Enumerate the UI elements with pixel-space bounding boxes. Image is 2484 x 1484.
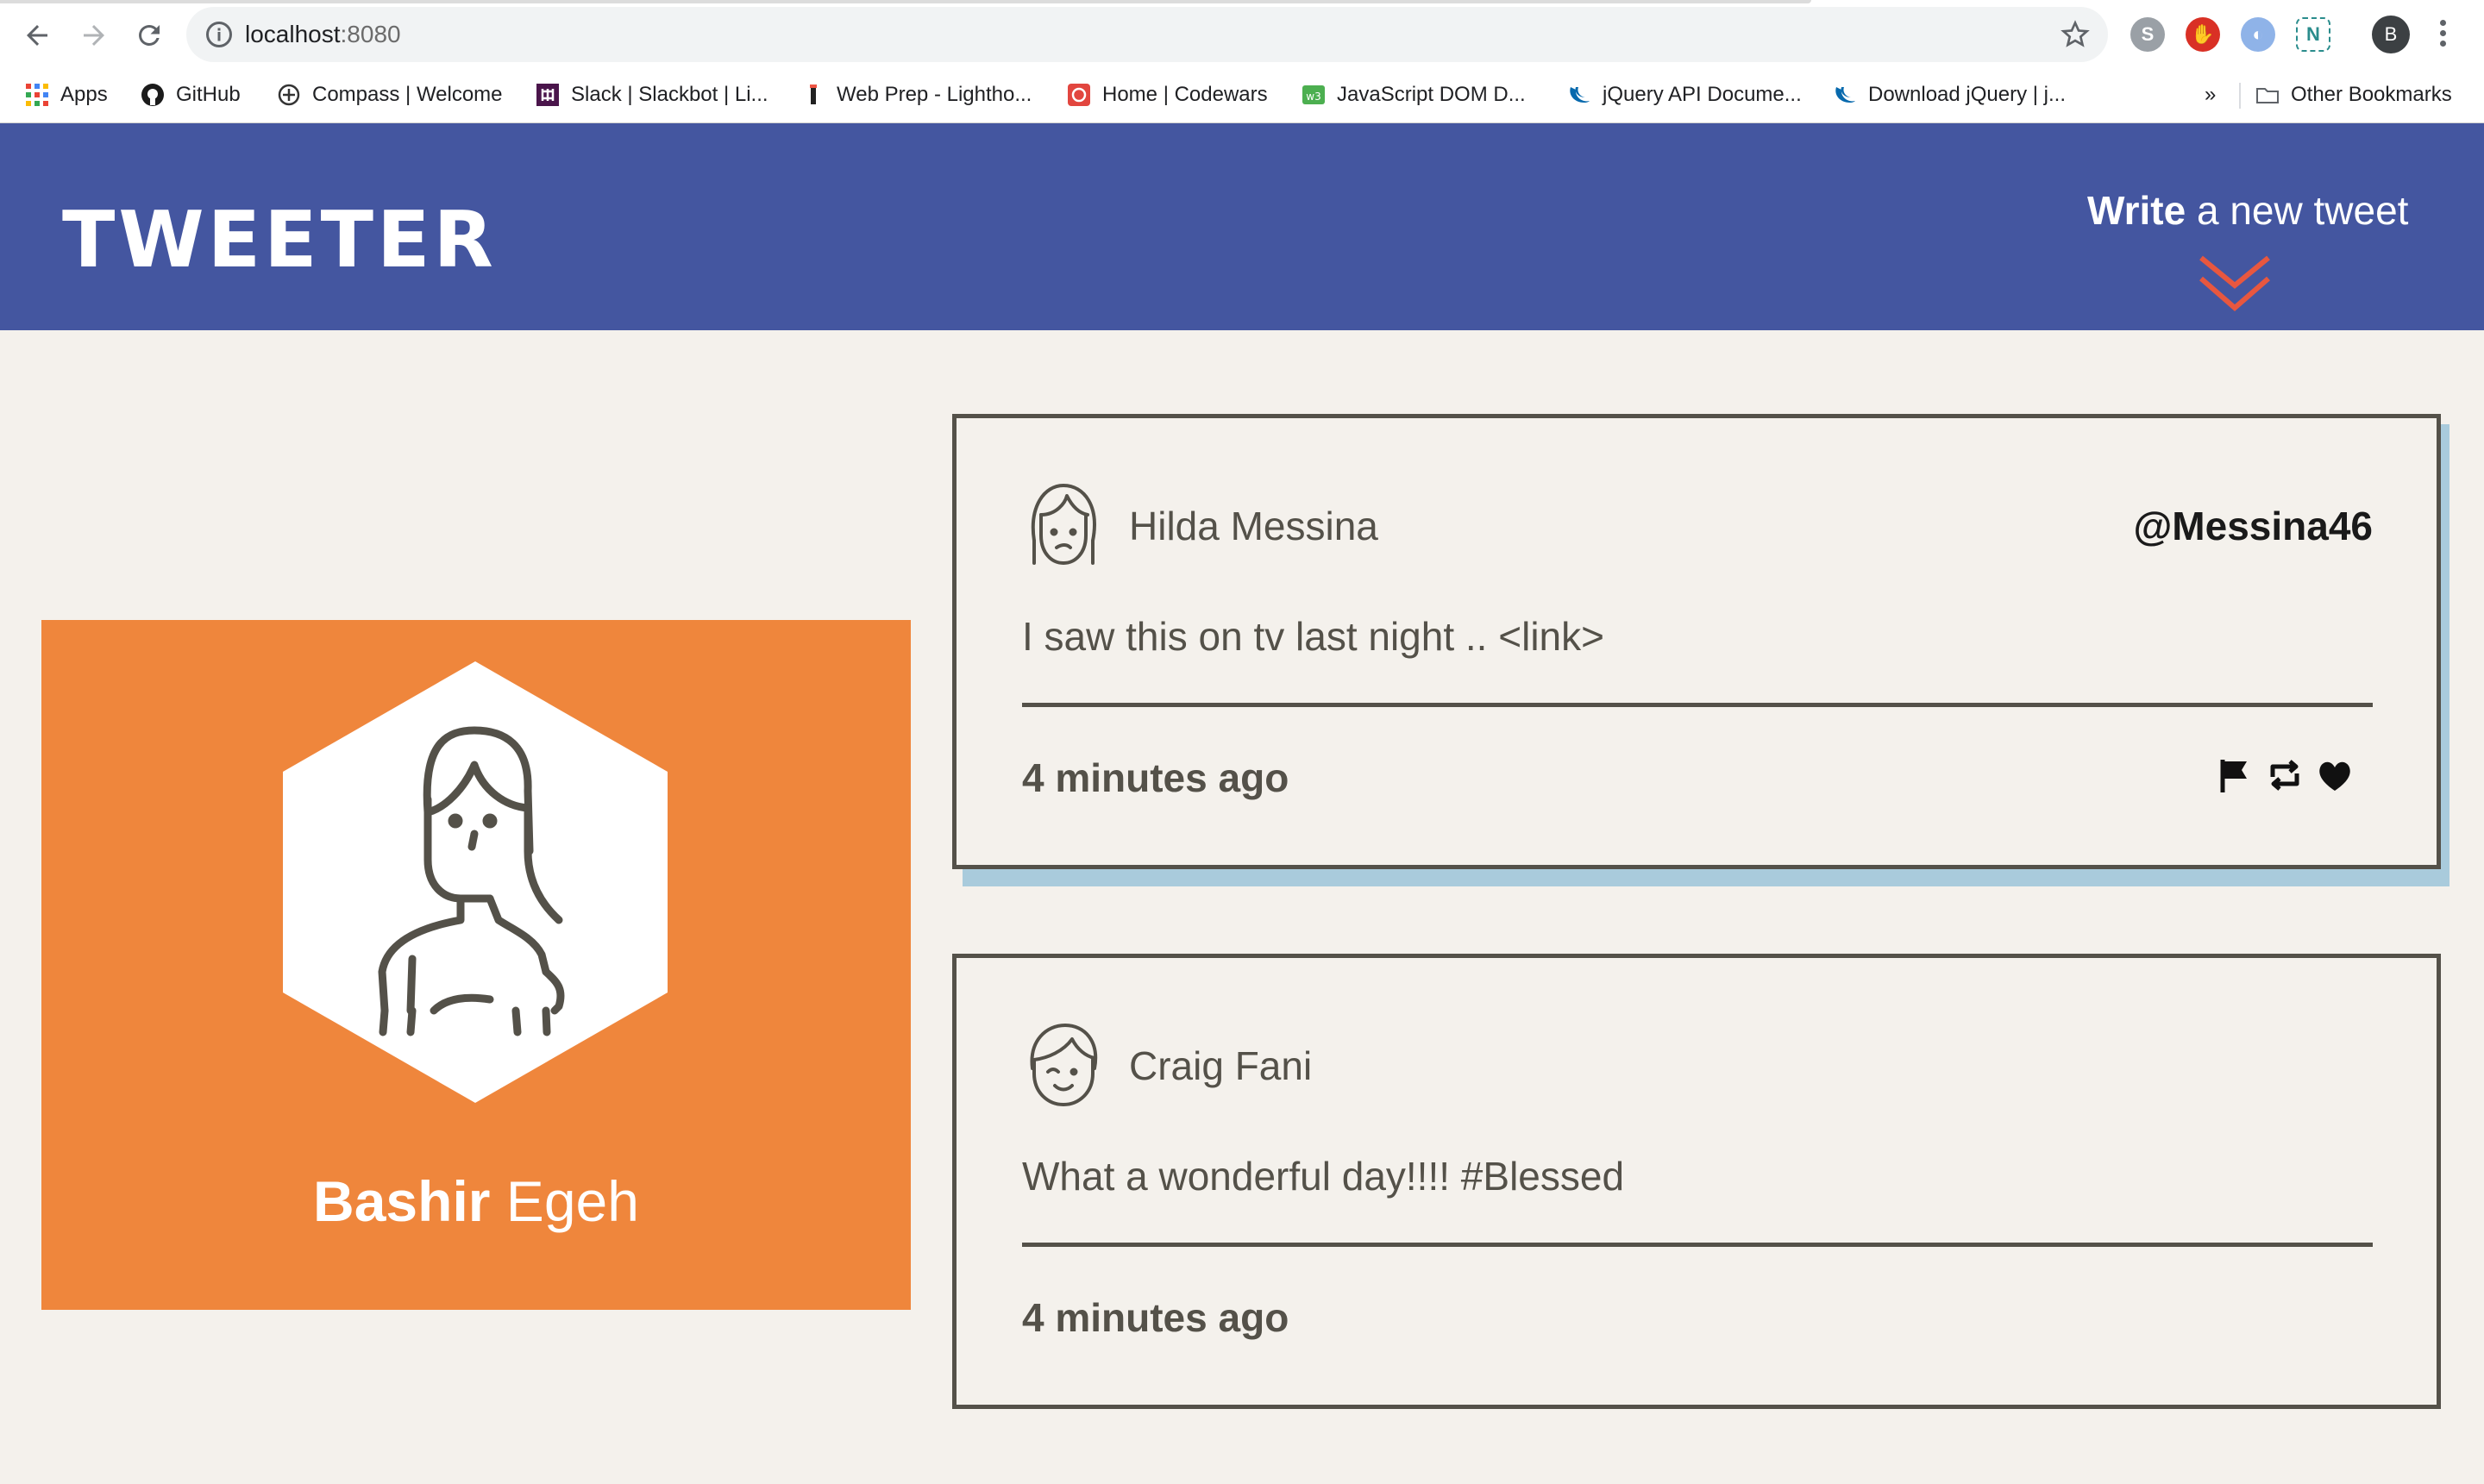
- forward-button[interactable]: [72, 14, 116, 57]
- tweet-timestamp: 4 minutes ago: [1022, 1295, 1289, 1340]
- bookmark-lighthouse[interactable]: Web Prep - Lightho...: [800, 79, 1032, 110]
- url-port: :8080: [340, 21, 401, 47]
- compose-label-bold: Write: [2087, 188, 2186, 233]
- github-icon: [140, 82, 166, 108]
- app-header: TWEETER Write a new tweet: [0, 123, 2484, 330]
- bookmark-label: Web Prep - Lightho...: [837, 83, 1032, 106]
- compass-icon: [276, 82, 302, 108]
- tweet-actions: [2216, 756, 2354, 794]
- tweet-timestamp: 4 minutes ago: [1022, 755, 1289, 800]
- bookmark-codewars[interactable]: Home | Codewars: [1066, 79, 1268, 110]
- bookmark-label: Compass | Welcome: [312, 83, 503, 106]
- info-icon[interactable]: [204, 19, 235, 50]
- tweet-divider: [1022, 703, 2373, 707]
- profile-last-name: Egeh: [490, 1169, 639, 1233]
- jquery-icon: [1832, 82, 1858, 108]
- tweet-author-name: Craig Fani: [1129, 1043, 1313, 1088]
- bookmark-apps[interactable]: Apps: [24, 79, 108, 110]
- bookmarks-overflow-button[interactable]: »: [2205, 79, 2216, 110]
- w3schools-icon: w3: [1301, 82, 1327, 108]
- bookmark-label: jQuery API Docume...: [1603, 83, 1802, 106]
- female-face-avatar-icon: [1031, 484, 1096, 565]
- bookmark-jquery-download[interactable]: Download jQuery | j...: [1832, 79, 2066, 110]
- bookmark-label: Other Bookmarks: [2291, 83, 2452, 106]
- tweet-divider: [1022, 1243, 2373, 1247]
- bookmark-compass[interactable]: Compass | Welcome: [276, 79, 503, 110]
- tweet-author-handle: @Messina46: [2133, 504, 2373, 548]
- back-button[interactable]: [16, 14, 59, 57]
- bookmark-github[interactable]: GitHub: [140, 79, 241, 110]
- tweet-card[interactable]: Craig Fani What a wonderful day!!!! #Ble…: [952, 954, 2441, 1409]
- tweet-card[interactable]: Hilda Messina @Messina46 I saw this on t…: [952, 414, 2441, 869]
- bookmark-other[interactable]: Other Bookmarks: [2255, 79, 2452, 110]
- skype-extension-icon[interactable]: S: [2130, 17, 2165, 52]
- browser-toolbar: localhost:8080 S ✋ ◐ N B: [0, 0, 2484, 69]
- bookmarks-bar: Apps GitHub Compass | Welcome Slack | Sl…: [0, 69, 2484, 123]
- profile-avatar-hexagon: [283, 661, 668, 1103]
- address-bar[interactable]: localhost:8080: [186, 7, 2108, 62]
- tab-strip-edge: [0, 0, 1811, 3]
- folder-icon: [2255, 82, 2280, 108]
- extension-icon[interactable]: ◐: [2241, 17, 2275, 52]
- bookmark-label: JavaScript DOM D...: [1337, 83, 1526, 106]
- forward-arrow-icon: [84, 25, 104, 46]
- lighthouse-icon: [800, 82, 826, 108]
- heart-icon[interactable]: [2316, 756, 2354, 794]
- apps-grid-icon: [24, 82, 50, 108]
- url-text[interactable]: localhost:8080: [245, 16, 401, 53]
- bookmark-label: Home | Codewars: [1102, 83, 1268, 106]
- compose-button[interactable]: Write a new tweet: [2087, 187, 2408, 234]
- app-logo: TWEETER: [62, 195, 497, 285]
- profile-card: Bashir Egeh: [41, 620, 911, 1310]
- reload-icon: [139, 25, 160, 46]
- codewars-icon: [1066, 82, 1092, 108]
- tweet-author-name: Hilda Messina: [1129, 504, 1378, 548]
- tweet-text: I saw this on tv last night .. <link>: [1022, 614, 1604, 659]
- male-face-avatar-icon: [1030, 1024, 1098, 1106]
- flag-icon[interactable]: [2216, 756, 2254, 794]
- jquery-icon: [1566, 82, 1592, 108]
- browser-menu-icon[interactable]: [2434, 16, 2451, 53]
- notion-extension-icon[interactable]: N: [2296, 17, 2330, 52]
- profile-first-name: Bashir: [313, 1169, 491, 1233]
- retweet-icon[interactable]: [2266, 756, 2304, 794]
- reload-button[interactable]: [128, 14, 171, 57]
- back-arrow-icon: [27, 25, 47, 46]
- compose-label: a new tweet: [2186, 188, 2409, 233]
- double-chevron-down-icon[interactable]: [2196, 251, 2274, 316]
- bookmark-js-dom[interactable]: w3 JavaScript DOM D...: [1301, 79, 1526, 110]
- bookmark-star-icon[interactable]: [2060, 19, 2091, 50]
- profile-name: Bashir Egeh: [41, 1168, 911, 1234]
- url-host: localhost: [245, 21, 341, 47]
- bookmarks-divider: [2239, 83, 2241, 109]
- bookmark-jquery-api[interactable]: jQuery API Docume...: [1566, 79, 1802, 110]
- svg-text:w3: w3: [1306, 91, 1320, 103]
- profile-avatar[interactable]: B: [2372, 16, 2410, 53]
- tweet-text: What a wonderful day!!!! #Blessed: [1022, 1154, 1625, 1199]
- bookmark-label: GitHub: [176, 83, 241, 106]
- bookmark-slack[interactable]: Slack | Slackbot | Li...: [535, 79, 768, 110]
- bookmark-label: Slack | Slackbot | Li...: [571, 83, 768, 106]
- slack-icon: [535, 82, 561, 108]
- bookmark-label: Apps: [60, 83, 108, 106]
- bookmark-label: Download jQuery | j...: [1868, 83, 2066, 106]
- adblock-extension-icon[interactable]: ✋: [2186, 17, 2220, 52]
